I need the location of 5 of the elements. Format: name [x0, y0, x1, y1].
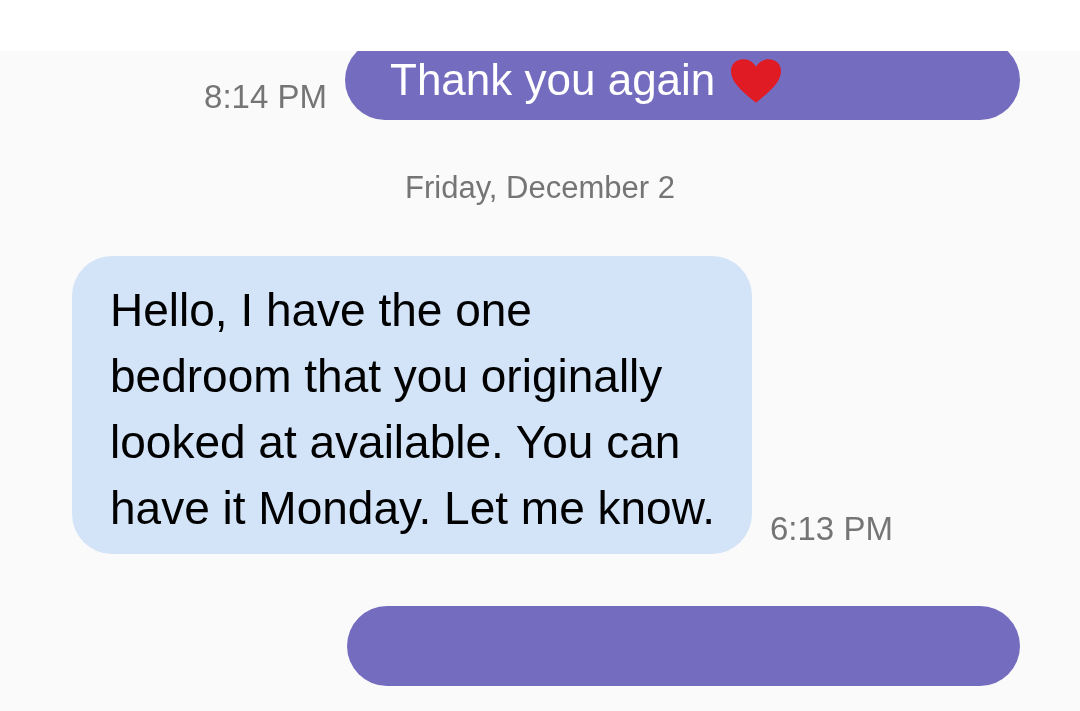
- message-time: 6:13 PM: [770, 510, 893, 548]
- message-text: Thank you again: [390, 54, 716, 106]
- message-time: 8:14 PM: [204, 78, 327, 116]
- date-separator: Friday, December 2: [405, 170, 675, 206]
- message-text: Hello, I have the one bedroom that you originally looked at available. You can have it Monday. Let me know.: [110, 284, 716, 534]
